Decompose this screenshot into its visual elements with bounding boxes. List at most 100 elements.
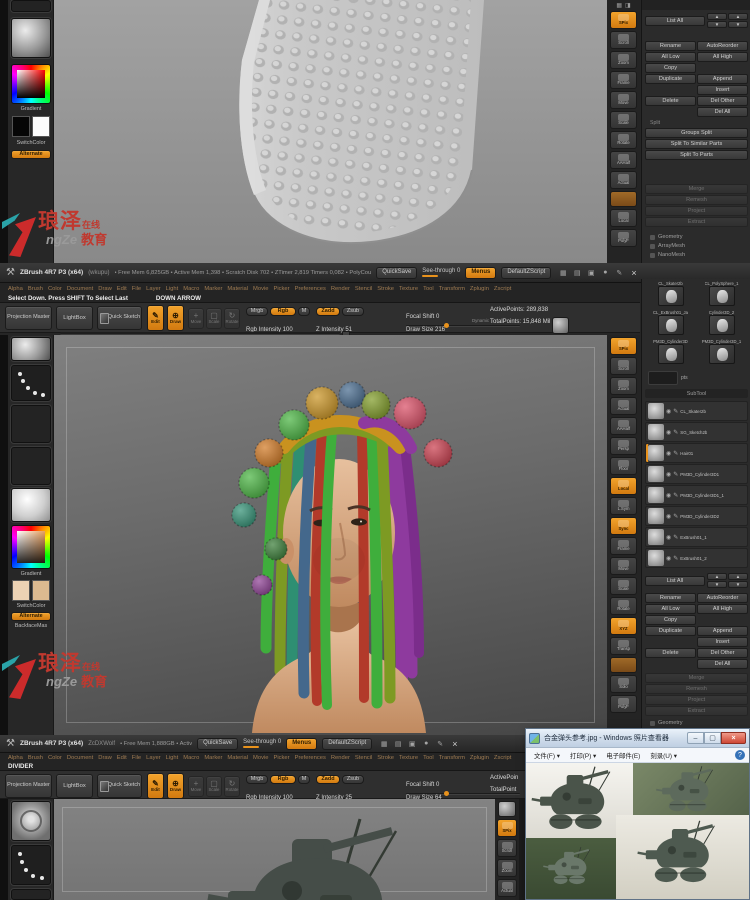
menu-item[interactable]: Layer: [146, 755, 161, 761]
viewport-canvas-middle[interactable]: [54, 335, 607, 735]
viewport-canvas-top[interactable]: [54, 0, 607, 263]
secondary-color-swatch[interactable]: [32, 580, 50, 601]
photo-viewer-menu-item[interactable]: 文件(F) ▾: [530, 751, 564, 760]
menu-item[interactable]: Document: [67, 755, 93, 761]
lightbox-button[interactable]: LightBox: [56, 774, 93, 798]
menu-item[interactable]: Picker: [273, 286, 289, 292]
menu-item[interactable]: Zplugin: [470, 286, 489, 292]
shelf-button[interactable]: L.Sym: [610, 497, 637, 515]
menu-item[interactable]: Stroke: [377, 755, 394, 761]
quicksave-button[interactable]: QuickSave: [376, 266, 418, 279]
menu-item[interactable]: Zplugin: [470, 755, 489, 761]
mrgb-button[interactable]: Mrgb: [246, 775, 268, 784]
default-zscript-button[interactable]: DefaultZScript: [322, 737, 373, 750]
subtool-up-icon[interactable]: ▲: [707, 573, 727, 580]
menu-item[interactable]: Movie: [253, 755, 268, 761]
material-thumbnail[interactable]: [11, 488, 51, 522]
menu-item[interactable]: Brush: [28, 286, 43, 292]
photo-viewer-titlebar[interactable]: 合金弹头参考.jpg - Windows 照片查看器 – ▢ ×: [526, 729, 749, 748]
subtool-row[interactable]: ◉ ✎ PM3D_Cylinder3D2: [645, 506, 748, 526]
visibility-eye-icon[interactable]: ◉: [666, 408, 671, 415]
subtool-menu-button[interactable]: Rename: [645, 593, 696, 603]
subtool-menu-button[interactable]: All High: [697, 52, 748, 62]
lock-icon[interactable]: ▣: [586, 269, 596, 277]
recent-tool[interactable]: PM3D_Cylinder3D: [645, 339, 696, 368]
polypaint-icon[interactable]: ✎: [673, 450, 678, 457]
main-color-swatch[interactable]: [12, 116, 30, 137]
shelf-button[interactable]: Zoom: [610, 51, 637, 69]
texture-thumbnail[interactable]: [11, 447, 51, 485]
brush-thumbnail[interactable]: [11, 801, 51, 841]
subtool-row[interactable]: ◉ ✎ SG_Sketch2b: [645, 422, 748, 442]
shelf-button[interactable]: Transp: [610, 637, 637, 655]
menu-item[interactable]: Render: [331, 755, 350, 761]
polypaint-icon[interactable]: ✎: [673, 534, 678, 541]
menu-item[interactable]: Alpha: [8, 755, 23, 761]
stroke-thumbnail[interactable]: [11, 365, 51, 401]
layout-icon[interactable]: ▤: [572, 269, 582, 277]
shelf-button[interactable]: Actual: [497, 879, 517, 897]
shelf-color-swatch[interactable]: [610, 657, 637, 673]
switchcolor-label[interactable]: SwitchColor: [8, 603, 54, 609]
split-button[interactable]: Groups Split: [645, 128, 748, 138]
switchcolor-label[interactable]: SwitchColor: [8, 140, 54, 146]
scale-button[interactable]: ▢ Scale: [206, 776, 222, 797]
shelf-color-swatch[interactable]: [610, 191, 637, 207]
recent-tool-thumbnail[interactable]: [657, 344, 684, 364]
zsub-button[interactable]: Zsub: [342, 775, 364, 784]
polypaint-icon[interactable]: ✎: [673, 513, 678, 520]
color-picker[interactable]: [11, 64, 51, 104]
edit-button[interactable]: ✎ Edit: [147, 773, 164, 799]
shelf-button[interactable]: Scroll: [497, 839, 517, 857]
subtool-down-icon[interactable]: ▼: [707, 581, 727, 588]
shelf-button[interactable]: Scale: [610, 111, 637, 129]
palette-section-row[interactable]: Geometry: [650, 234, 742, 240]
projection-master-button[interactable]: Projection Master: [5, 306, 52, 330]
subtool-row[interactable]: ◉ ✎ Hair01: [645, 443, 748, 463]
recent-tool[interactable]: PM3D_Cylinder3D_1: [696, 339, 747, 368]
palette-grid-icon[interactable]: ▦: [558, 269, 568, 277]
palette-grid-icon[interactable]: ▦: [379, 740, 389, 748]
rgb-button[interactable]: Rgb: [270, 307, 296, 316]
shelf-button[interactable]: Scroll: [610, 31, 637, 49]
close-icon[interactable]: ×: [452, 739, 457, 749]
see-through-slider[interactable]: See-through 0: [422, 268, 460, 277]
menu-item[interactable]: Edit: [117, 755, 127, 761]
m-button[interactable]: M: [298, 307, 310, 316]
subtool-row[interactable]: ◉ ✎ PM3D_Cylinder3D1: [645, 464, 748, 484]
menu-item[interactable]: Brush: [28, 755, 43, 761]
subtool-menu-button[interactable]: Copy: [645, 63, 696, 73]
menu-item[interactable]: Texture: [399, 755, 418, 761]
quicksave-button[interactable]: QuickSave: [197, 737, 239, 750]
color-picker[interactable]: [11, 525, 51, 569]
menu-item[interactable]: Preferences: [295, 286, 326, 292]
shelf-mini-icon[interactable]: ◨: [625, 2, 631, 9]
user-icon[interactable]: ●: [421, 740, 431, 748]
menu-item[interactable]: Zscript: [494, 755, 511, 761]
pen-icon[interactable]: ✎: [614, 269, 624, 277]
recent-tool-thumbnail[interactable]: [657, 315, 684, 335]
subtool-menu-button[interactable]: All High: [697, 604, 748, 614]
photo-viewer-menu-item[interactable]: 刻录(U) ▾: [646, 751, 681, 760]
subtool-menu-button[interactable]: Copy: [645, 615, 696, 625]
shelf-button[interactable]: Scale: [610, 577, 637, 595]
backfacemask-label[interactable]: BackfaceMas: [8, 623, 54, 629]
mrgb-button[interactable]: Mrgb: [246, 307, 268, 316]
scale-button[interactable]: ▢ Scale: [206, 308, 222, 329]
polypaint-icon[interactable]: ✎: [673, 471, 678, 478]
menu-item[interactable]: Layer: [146, 286, 161, 292]
shelf-button[interactable]: Move: [610, 557, 637, 575]
menu-item[interactable]: Marker: [204, 286, 222, 292]
shelf-button[interactable]: Persp: [610, 437, 637, 455]
subtool-menu-button[interactable]: AutoReorder: [697, 593, 748, 603]
draw-button[interactable]: ⊕ Draw: [167, 773, 184, 799]
shelf-button[interactable]: PolyF: [610, 229, 637, 247]
shelf-button[interactable]: Solo: [610, 675, 637, 693]
viewport-canvas-bottom[interactable]: [54, 799, 495, 900]
shelf-button[interactable]: Scroll: [610, 357, 637, 375]
shelf-button[interactable]: SPix: [610, 337, 637, 355]
polypaint-icon[interactable]: ✎: [673, 555, 678, 562]
shelf-button[interactable]: Sync: [610, 517, 637, 535]
alpha-thumbnail[interactable]: [11, 889, 51, 900]
list-all-button[interactable]: List All: [645, 575, 705, 586]
